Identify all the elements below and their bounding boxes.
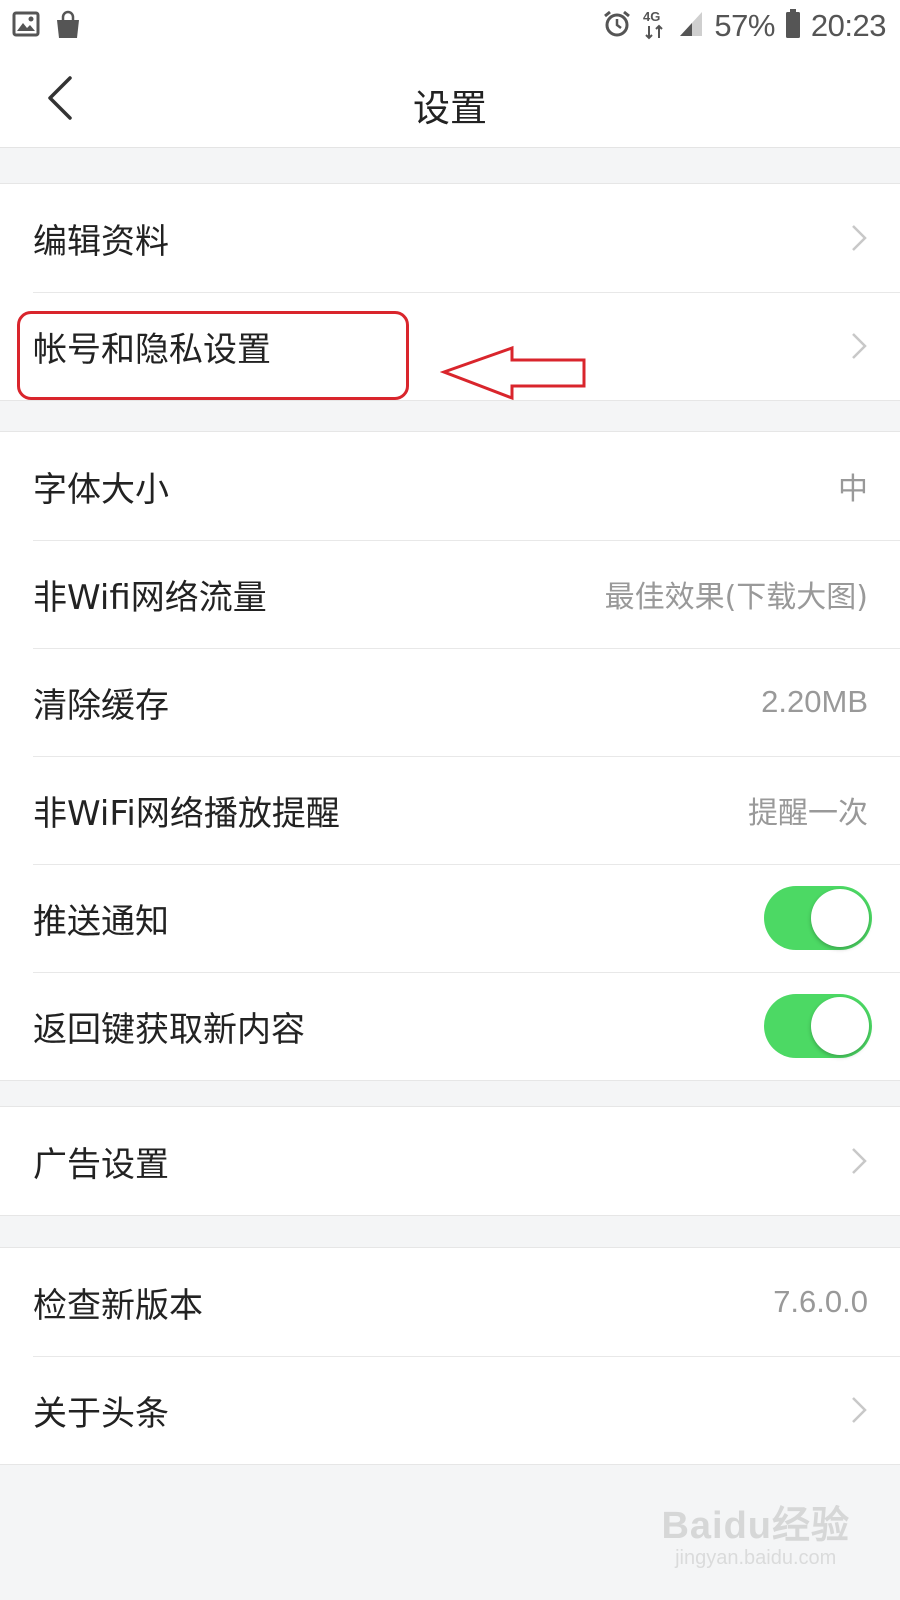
row-label: 推送通知	[33, 901, 169, 942]
nav-bar: 设置	[0, 52, 900, 148]
reminder-value: 提醒一次	[748, 796, 868, 831]
row-font-size[interactable]: 字体大小 中	[0, 432, 900, 540]
chevron-right-icon	[852, 1397, 867, 1423]
row-label: 字体大小	[33, 469, 169, 510]
row-label: 关于头条	[33, 1393, 169, 1434]
row-non-wifi-traffic[interactable]: 非Wifi网络流量 最佳效果(下载大图)	[0, 540, 900, 648]
row-label: 编辑资料	[33, 221, 169, 262]
row-back-key-refresh: 返回键获取新内容	[0, 972, 900, 1080]
gallery-icon	[12, 10, 40, 44]
version-value: 7.6.0.0	[773, 1284, 868, 1319]
watermark: Baidu经验 jingyan.baidu.com	[661, 1494, 850, 1570]
shopping-bag-icon	[54, 10, 82, 44]
signal-icon	[678, 10, 704, 42]
settings-group-profile: 编辑资料 帐号和隐私设置	[0, 183, 900, 401]
traffic-mode-value: 最佳效果(下载大图)	[604, 580, 868, 615]
row-label: 非Wifi网络流量	[33, 577, 267, 618]
toggle-knob	[811, 997, 869, 1055]
push-notification-toggle[interactable]	[764, 886, 872, 950]
cache-size-value: 2.20MB	[761, 684, 868, 719]
svg-text:4G: 4G	[643, 9, 660, 24]
alarm-icon	[602, 9, 632, 43]
row-non-wifi-play-reminder[interactable]: 非WiFi网络播放提醒 提醒一次	[0, 756, 900, 864]
row-clear-cache[interactable]: 清除缓存 2.20MB	[0, 648, 900, 756]
settings-group-general: 字体大小 中 非Wifi网络流量 最佳效果(下载大图) 清除缓存 2.20MB …	[0, 431, 900, 1081]
row-label: 检查新版本	[33, 1285, 203, 1326]
chevron-right-icon	[852, 1148, 867, 1174]
row-label: 非WiFi网络播放提醒	[33, 793, 340, 834]
row-check-version[interactable]: 检查新版本 7.6.0.0	[0, 1248, 900, 1356]
status-bar: 4G 57% 20:23	[0, 0, 900, 52]
back-key-refresh-toggle[interactable]	[764, 994, 872, 1058]
settings-group-ads: 广告设置	[0, 1106, 900, 1216]
network-4g-icon: 4G	[642, 8, 668, 44]
row-ad-settings[interactable]: 广告设置	[0, 1107, 900, 1215]
row-label: 帐号和隐私设置	[33, 329, 271, 370]
watermark-logo: Baidu经验	[661, 1505, 850, 1547]
clock: 20:23	[810, 8, 887, 43]
row-label: 返回键获取新内容	[33, 1009, 305, 1050]
row-account-privacy[interactable]: 帐号和隐私设置	[0, 292, 900, 400]
row-about[interactable]: 关于头条	[0, 1356, 900, 1464]
row-label: 广告设置	[33, 1144, 169, 1185]
chevron-right-icon	[852, 333, 867, 359]
font-size-value: 中	[838, 472, 868, 507]
battery-icon	[785, 9, 801, 43]
settings-group-about: 检查新版本 7.6.0.0 关于头条	[0, 1247, 900, 1465]
chevron-right-icon	[852, 225, 867, 251]
page-title: 设置	[413, 87, 487, 130]
row-push-notification: 推送通知	[0, 864, 900, 972]
row-edit-profile[interactable]: 编辑资料	[0, 184, 900, 292]
row-label: 清除缓存	[33, 685, 169, 726]
watermark-url: jingyan.baidu.com	[675, 1547, 837, 1569]
toggle-knob	[811, 889, 869, 947]
battery-percent: 57%	[714, 8, 775, 43]
